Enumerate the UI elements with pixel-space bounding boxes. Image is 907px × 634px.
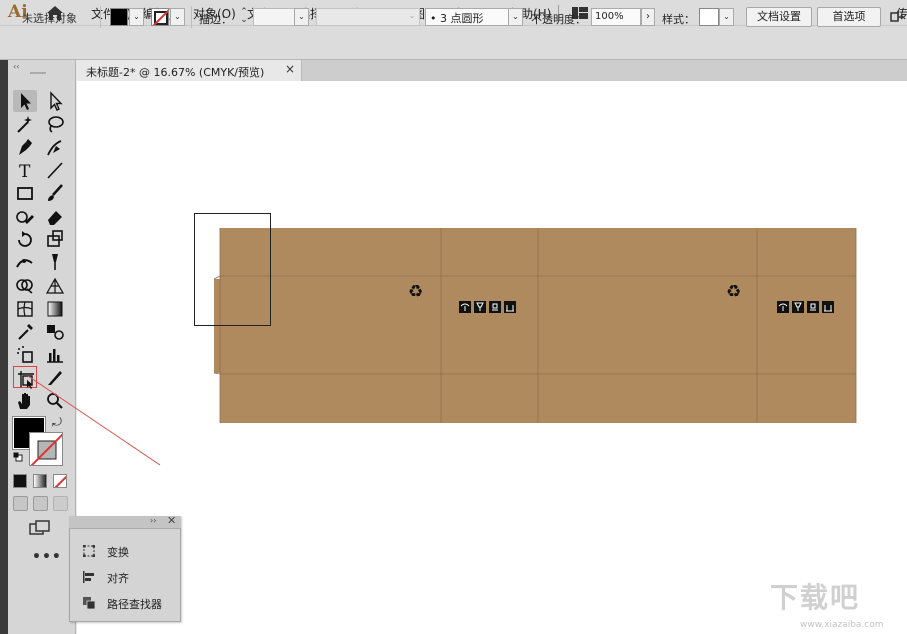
eraser-tool-icon[interactable] xyxy=(43,205,67,227)
zoom-tool-icon[interactable] xyxy=(43,389,67,411)
fill-color-swatch[interactable] xyxy=(110,8,128,26)
box-dieline-artwork[interactable] xyxy=(214,227,857,424)
slice-tool-icon[interactable] xyxy=(43,366,67,388)
paintbrush-tool-icon[interactable] xyxy=(43,182,67,204)
fold-line xyxy=(214,372,221,375)
perspective-grid-tool-icon[interactable] xyxy=(43,274,67,296)
toolbar-grip[interactable] xyxy=(30,72,46,74)
close-tab-icon[interactable]: × xyxy=(285,62,295,76)
lasso-tool-icon[interactable] xyxy=(43,113,67,135)
type-tool-icon[interactable]: T xyxy=(13,159,37,182)
gradient-tool-icon[interactable] xyxy=(43,297,67,319)
edit-toolbar-more-icon[interactable]: ••• xyxy=(32,549,62,565)
rotate-tool-icon[interactable] xyxy=(13,228,37,250)
selection-status-label: 未选择对象 xyxy=(22,12,77,25)
stroke-dropdown-chevron-icon[interactable]: ⌄ xyxy=(170,8,185,26)
opacity-input[interactable]: 100% xyxy=(591,8,641,26)
gradient-mode-button[interactable] xyxy=(33,474,47,488)
shaper-tool-icon[interactable] xyxy=(13,205,37,227)
document-tab-title[interactable]: 未标题-2* @ 16.67% (CMYK/预览) xyxy=(86,64,264,80)
swap-fill-stroke-icon[interactable]: ⤾ xyxy=(52,415,62,430)
handling-symbols-icon xyxy=(777,301,834,313)
stroke-color-swatch[interactable] xyxy=(151,8,169,26)
fill-dropdown-chevron-icon[interactable]: ⌄ xyxy=(129,8,144,26)
panel-item-label[interactable]: 变换 xyxy=(107,544,129,560)
control-separator xyxy=(191,6,192,28)
column-graph-tool-icon[interactable] xyxy=(43,343,67,365)
watermark-logo: 下载吧 xyxy=(770,581,861,614)
pathfinder-icon[interactable] xyxy=(82,596,96,610)
color-mode-button[interactable] xyxy=(13,474,27,488)
align-icon[interactable] xyxy=(82,570,96,584)
curvature-tool-icon[interactable] xyxy=(43,136,67,158)
opacity-label[interactable]: 不透明度： xyxy=(531,11,586,27)
style-dropdown-chevron-icon[interactable]: ⌄ xyxy=(719,8,734,26)
stroke-weight-label[interactable]: 描边： xyxy=(199,11,232,27)
control-separator xyxy=(100,6,101,28)
close-panel-icon[interactable]: ✕ xyxy=(167,514,176,527)
svg-text:T: T xyxy=(19,162,31,181)
stroke-color-box[interactable] xyxy=(29,432,63,466)
brush-dropdown-chevron-icon[interactable]: ⌄ xyxy=(508,8,523,26)
draw-normal-icon[interactable] xyxy=(13,496,28,511)
panel-item-label[interactable]: 对齐 xyxy=(107,570,129,586)
watermark-url: www.xiazaiba.com xyxy=(800,620,884,630)
direct-selection-tool-icon[interactable] xyxy=(43,90,67,112)
mesh-tool-icon[interactable] xyxy=(13,297,37,319)
none-mode-button[interactable] xyxy=(53,474,67,488)
style-label: 样式： xyxy=(662,13,695,26)
selection-marquee xyxy=(194,213,271,326)
stroke-stepper-icon[interactable]: ⌃ ⌄ xyxy=(237,8,251,26)
preferences-button[interactable]: 首选项 xyxy=(817,7,881,27)
variable-width-dropdown-chevron-icon[interactable]: ⌄ xyxy=(404,8,420,26)
eyedropper-tool-icon[interactable] xyxy=(13,320,37,342)
shape-builder-tool-icon[interactable] xyxy=(13,274,37,296)
document-setup-button[interactable]: 文档设置 xyxy=(746,7,812,27)
scale-tool-icon[interactable] xyxy=(43,228,67,250)
recycle-icon: ♻ xyxy=(726,282,742,302)
collapse-toolbar-icon[interactable]: ‹‹ xyxy=(13,62,19,71)
graphic-style-swatch[interactable] xyxy=(699,8,719,26)
transform-icon[interactable] xyxy=(82,544,96,558)
symbol-sprayer-tool-icon[interactable] xyxy=(13,343,37,365)
draw-inside-icon[interactable] xyxy=(53,496,68,511)
line-tool-icon[interactable] xyxy=(43,159,67,181)
screen-mode-icon[interactable] xyxy=(29,520,51,536)
expand-panel-icon[interactable]: ›› xyxy=(150,516,156,525)
artboard-tool-icon[interactable] xyxy=(13,366,37,389)
handling-symbols-icon xyxy=(459,301,516,313)
control-bar xyxy=(0,26,907,60)
arrange-documents-icon[interactable] xyxy=(890,10,904,24)
rectangle-tool-icon[interactable] xyxy=(13,182,37,204)
recycle-icon: ♻ xyxy=(408,282,424,302)
window-edge xyxy=(0,60,8,634)
width-tool-icon[interactable] xyxy=(13,251,37,273)
blend-tool-icon[interactable] xyxy=(43,320,67,342)
hand-tool-icon[interactable] xyxy=(13,389,37,411)
opacity-arrow-icon[interactable]: › xyxy=(641,8,655,26)
stroke-weight-dropdown-chevron-icon[interactable]: ⌄ xyxy=(294,8,309,26)
default-fill-stroke-icon[interactable] xyxy=(13,452,23,462)
draw-behind-icon[interactable] xyxy=(33,496,48,511)
pen-tool-icon[interactable] xyxy=(13,136,37,158)
panel-header[interactable] xyxy=(69,516,181,529)
selection-tool-icon[interactable] xyxy=(13,90,37,112)
magic-wand-tool-icon[interactable] xyxy=(13,113,37,135)
puppet-warp-tool-icon[interactable] xyxy=(43,251,67,273)
panel-item-label[interactable]: 路径查找器 xyxy=(107,596,162,612)
